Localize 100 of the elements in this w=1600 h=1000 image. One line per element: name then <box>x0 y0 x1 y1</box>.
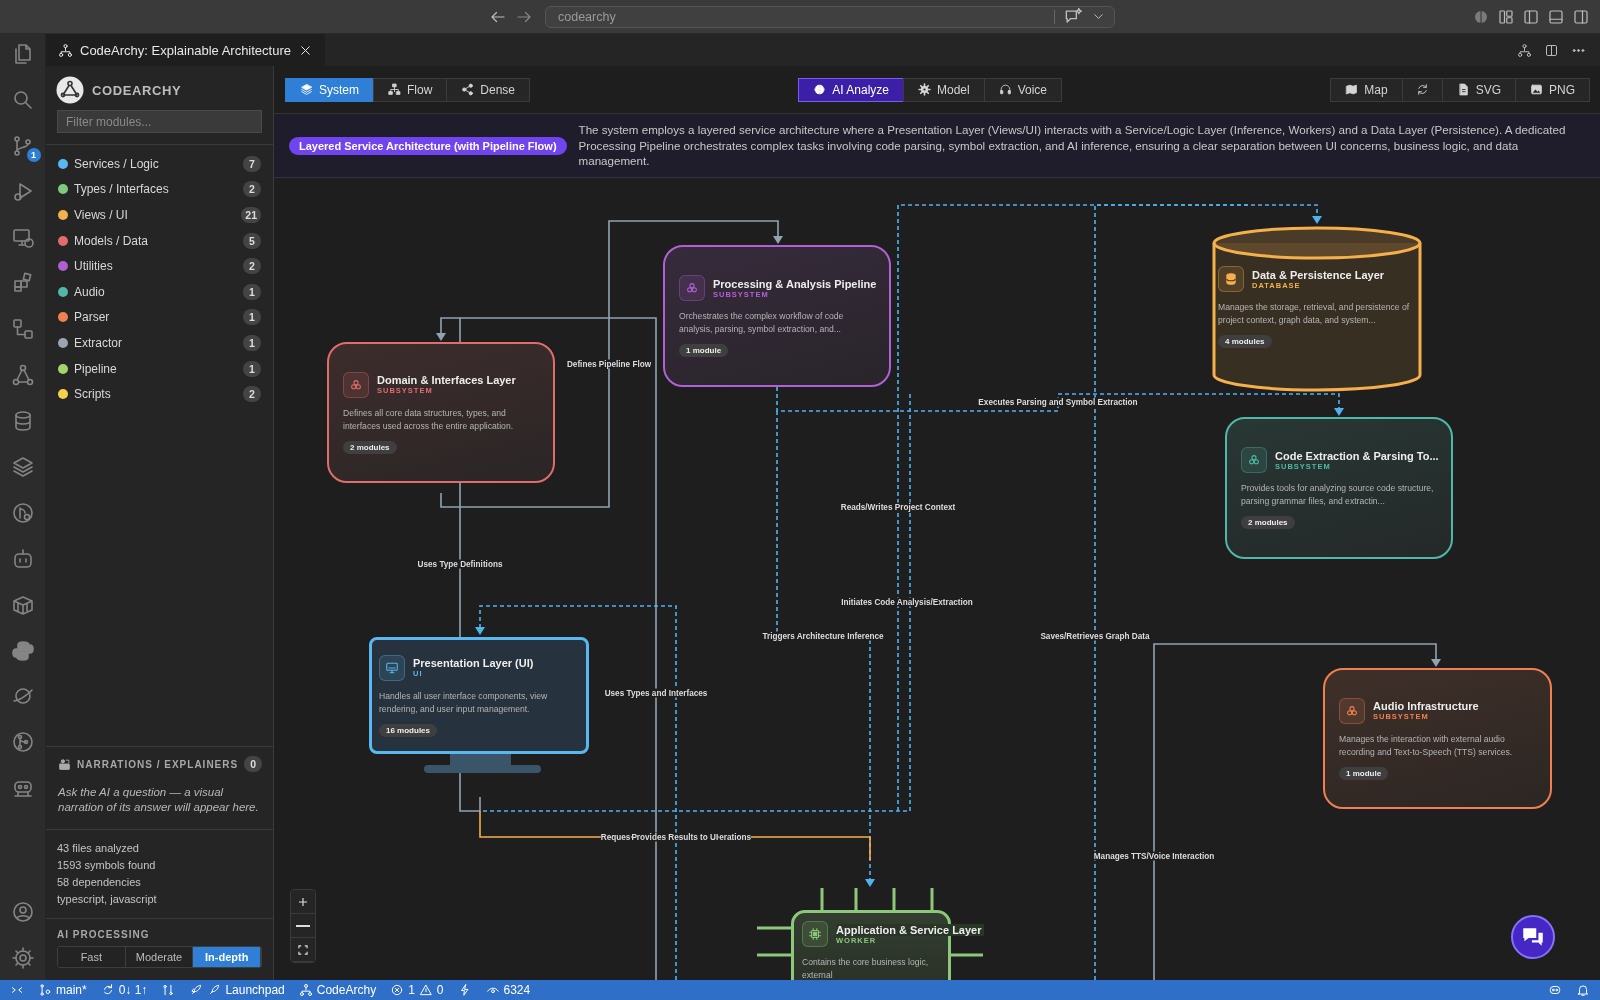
rocket-icon <box>189 983 204 997</box>
edge-label: Executes Parsing and Symbol Extraction <box>977 397 1139 407</box>
graph-icon[interactable] <box>1517 42 1532 58</box>
view-mode-tab[interactable]: Dense <box>446 77 531 102</box>
cluster-icon <box>1339 697 1365 724</box>
analyze-button[interactable]: AI Analyze <box>798 77 904 102</box>
zoom-in-button[interactable] <box>291 890 315 914</box>
extension-status[interactable]: CodeArchy <box>298 983 377 997</box>
bell-icon[interactable] <box>1576 983 1590 997</box>
node-title: Code Extraction & Parsing To... <box>1275 449 1439 462</box>
count-badge: 2 <box>243 386 261 403</box>
count-badge: 7 <box>243 155 261 172</box>
empty-hint: Ask the AI a question — a visual narration of its answer will appear here. <box>58 785 260 815</box>
category-label: Types / Interfaces <box>74 182 170 197</box>
fit-view-button[interactable] <box>291 938 315 962</box>
launchpad-status[interactable]: Launchpad <box>189 983 285 997</box>
count-badge: 1 <box>243 283 261 300</box>
compare-icon[interactable] <box>161 983 176 997</box>
category-label: Audio <box>74 284 106 299</box>
image-icon <box>1530 83 1543 96</box>
rocket-icon <box>207 983 222 997</box>
problems-status[interactable]: 1 0 <box>390 983 444 997</box>
edge-label: Defines Pipeline Flow <box>565 359 653 369</box>
layout-icon[interactable] <box>1497 7 1515 26</box>
chat-button[interactable] <box>1511 915 1555 959</box>
address-field[interactable]: codearchy <box>545 5 1115 28</box>
section-title: AI PROCESSING <box>57 929 151 940</box>
category-item[interactable]: Pipeline 1 <box>46 355 273 382</box>
edge-label: Provides Results to UI <box>631 832 719 842</box>
toolbar-button[interactable]: Model <box>903 77 985 102</box>
category-item[interactable]: Parser 1 <box>46 304 273 331</box>
presenter-icon <box>58 757 71 771</box>
sync-status[interactable]: 0↓ 1↑ <box>100 983 148 997</box>
category-item[interactable]: Extractor 1 <box>46 330 273 356</box>
flowchart-icon[interactable] <box>10 317 35 342</box>
edge-label: Reads/Writes Project Context <box>839 502 957 512</box>
count-badge: 2 <box>243 181 261 198</box>
settings-icon[interactable] <box>10 946 35 970</box>
branch-icon[interactable] <box>10 730 35 755</box>
port-status[interactable]: 6324 <box>485 983 531 997</box>
editor-tab[interactable]: CodeArchy: Explainable Architecture <box>46 34 325 66</box>
database-icon <box>1218 266 1244 292</box>
account-icon[interactable] <box>10 900 35 924</box>
panel-bottom-icon[interactable] <box>1547 7 1565 26</box>
count-badge: 0 <box>244 756 263 773</box>
node-title: Application & Service Layer <box>836 923 984 936</box>
category-item[interactable]: Models / Data 5 <box>46 227 273 254</box>
filter-field[interactable]: Filter modules... <box>57 110 262 133</box>
cluster-icon <box>343 371 369 398</box>
module-count: 1 module <box>1339 766 1389 780</box>
category-label: Pipeline <box>74 361 118 376</box>
graph-icon <box>58 42 73 58</box>
category-label: Services / Logic <box>74 156 160 171</box>
category-label: Extractor <box>74 335 123 350</box>
node-description: Manages the interaction with external audio recording and Text-to-Speech (TTS) services. <box>1339 732 1514 759</box>
edge-label: Uses Type Definitions <box>416 559 504 569</box>
sidebar-right-icon[interactable] <box>1572 7 1590 26</box>
layers-icon[interactable] <box>10 455 35 479</box>
brand-name: CODEARCHY <box>92 82 182 98</box>
monitor-icon <box>379 654 405 681</box>
layers-icon <box>300 83 313 96</box>
category-label: Parser <box>74 310 111 325</box>
node-description: Manages the storage, retrieval, and persistence of project context, graph data, and system... <box>1218 301 1411 327</box>
share-icon <box>461 83 475 96</box>
category-item[interactable]: Scripts 2 <box>46 381 273 407</box>
category-item[interactable]: Audio 1 <box>46 278 273 305</box>
node-title: Audio Infrastructure <box>1373 700 1479 712</box>
edge-label: Manages TTS/Voice Interaction <box>1092 851 1216 861</box>
zoom-out-button[interactable] <box>291 914 315 938</box>
assistant-icon[interactable] <box>1548 983 1562 997</box>
split-editor-icon[interactable] <box>1544 42 1559 58</box>
view-mode-tab[interactable]: System <box>285 77 374 102</box>
category-item[interactable]: Types / Interfaces 2 <box>46 176 273 203</box>
category-item[interactable]: Utilities 2 <box>46 253 273 279</box>
category-label: Models / Data <box>74 233 150 248</box>
view-mode-tab[interactable]: Flow <box>373 77 448 102</box>
export-button[interactable]: Map <box>1330 77 1403 102</box>
category-item[interactable]: Services / Logic 7 <box>46 151 273 177</box>
edge-label: Initiates Code Analysis/Extraction <box>840 597 974 607</box>
node-description: Defines all core data structures, types, and interfaces used across the entire application. <box>343 406 515 433</box>
sidebar-left-icon[interactable] <box>1522 7 1540 26</box>
export-button[interactable]: SVG <box>1441 77 1516 102</box>
edge-label: erations <box>719 832 752 842</box>
graph-icon[interactable] <box>10 363 35 388</box>
export-button[interactable]: PNG <box>1515 77 1590 102</box>
refresh-button[interactable] <box>1401 77 1443 102</box>
cluster-icon <box>679 275 705 301</box>
category-item[interactable]: Views / UI 21 <box>46 202 273 228</box>
count-badge: 2 <box>243 258 261 275</box>
toolbar-button[interactable]: Voice <box>983 77 1063 102</box>
mode-option[interactable]: In-depth <box>193 947 261 967</box>
node-title: Data & Persistence Layer <box>1252 268 1385 281</box>
summary-text: The system employs a layered service architecture where a Presentation Layer (Views/UI) interacts with a Service/Logic Layer (Inference, Workers) and a Data Layer (Persistence). A dedicated Processing Pipeline orchestrates complex tasks involving code parsing, symbol extraction, and AI inference, ensuring a clear separation between UI concerns, business logic, and data management. <box>578 122 1567 169</box>
mode-option[interactable]: Fast <box>58 947 126 967</box>
fit-icon <box>296 942 310 957</box>
refresh-icon <box>1415 83 1429 96</box>
stat-line: 58 dependencies <box>57 875 142 890</box>
branch-status[interactable]: main* <box>38 983 87 997</box>
module-count: 2 modules <box>1241 516 1295 529</box>
node-title: Processing & Analysis Pipeline <box>713 277 877 290</box>
